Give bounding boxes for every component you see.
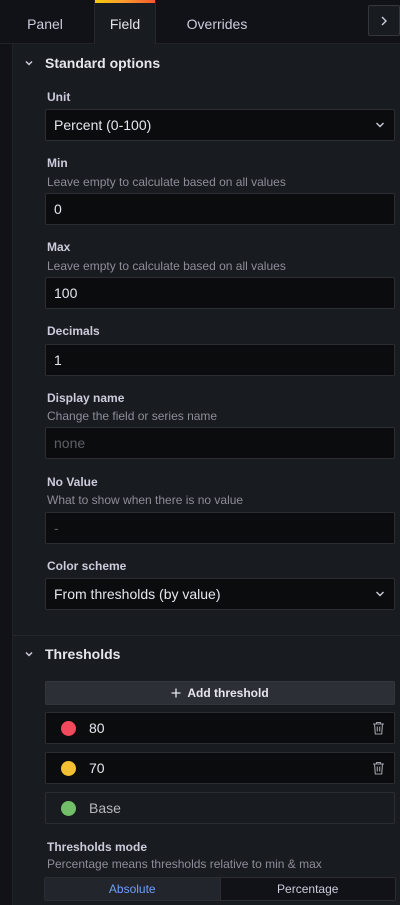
tab-field[interactable]: Field <box>94 0 156 44</box>
color-scheme-value: From thresholds (by value) <box>54 586 221 602</box>
color-scheme-label: Color scheme <box>47 559 127 573</box>
min-label: Min <box>47 156 68 170</box>
section-title: Standard options <box>45 55 161 71</box>
radio-option-percentage[interactable]: Percentage <box>219 878 396 900</box>
collapse-pane-button[interactable] <box>368 5 400 36</box>
section-title: Thresholds <box>45 646 121 662</box>
chevron-down-icon <box>25 651 33 657</box>
display-name-label: Display name <box>47 391 125 405</box>
unit-value: Percent (0-100) <box>54 117 152 133</box>
threshold-value-input[interactable]: 70 <box>89 753 105 783</box>
max-label: Max <box>47 240 71 254</box>
chevron-down-icon <box>376 122 384 128</box>
max-value: 100 <box>54 285 78 301</box>
tab-panel[interactable]: Panel <box>12 0 78 44</box>
threshold-row: 80 <box>45 712 395 744</box>
radio-option-absolute[interactable]: Absolute <box>45 878 220 900</box>
add-threshold-label: Add threshold <box>187 686 269 700</box>
threshold-row-base: Base <box>45 792 395 824</box>
thresholds-header[interactable]: Thresholds <box>13 636 400 672</box>
color-scheme-select[interactable]: From thresholds (by value) <box>45 578 395 610</box>
plus-icon <box>171 688 181 698</box>
threshold-color-swatch[interactable] <box>61 761 76 776</box>
max-input[interactable]: 100 <box>45 277 395 309</box>
chevron-down-icon <box>25 60 33 66</box>
threshold-base-label: Base <box>89 800 121 816</box>
min-value: 0 <box>54 201 62 217</box>
unit-label: Unit <box>47 90 71 104</box>
thresholds-mode-description: Percentage means thresholds relative to … <box>47 857 322 871</box>
no-value-input[interactable]: - <box>45 512 395 544</box>
thresholds-mode-label: Thresholds mode <box>47 840 148 854</box>
display-name-placeholder: none <box>54 435 86 451</box>
chevron-down-icon <box>376 591 384 597</box>
max-description: Leave empty to calculate based on all va… <box>47 259 286 273</box>
chevron-right-icon <box>381 16 387 25</box>
trash-icon[interactable] <box>372 721 385 735</box>
threshold-color-swatch[interactable] <box>61 721 76 736</box>
editor-tabs: Panel Field Overrides <box>0 0 400 44</box>
field-options-pane: Standard options Unit Percent (0-100) Mi… <box>12 44 400 905</box>
tab-overrides[interactable]: Overrides <box>170 0 264 44</box>
decimals-value: 1 <box>54 352 62 368</box>
threshold-row: 70 <box>45 752 395 784</box>
decimals-label: Decimals <box>47 324 100 338</box>
display-name-input[interactable]: none <box>45 427 395 459</box>
standard-options-header[interactable]: Standard options <box>13 45 400 81</box>
no-value-label: No Value <box>47 475 98 489</box>
no-value-description: What to show when there is no value <box>47 493 244 507</box>
unit-select[interactable]: Percent (0-100) <box>45 109 395 141</box>
no-value-placeholder: - <box>54 520 59 536</box>
threshold-color-swatch[interactable] <box>61 801 76 816</box>
display-name-description: Change the field or series name <box>47 409 218 423</box>
min-description: Leave empty to calculate based on all va… <box>47 175 286 189</box>
add-threshold-button[interactable]: Add threshold <box>45 681 395 705</box>
trash-icon[interactable] <box>372 761 385 775</box>
decimals-input[interactable]: 1 <box>45 344 395 376</box>
threshold-value-input[interactable]: 80 <box>89 713 105 743</box>
thresholds-mode-radio-group: Absolute Percentage <box>44 877 396 901</box>
min-input[interactable]: 0 <box>45 193 395 225</box>
